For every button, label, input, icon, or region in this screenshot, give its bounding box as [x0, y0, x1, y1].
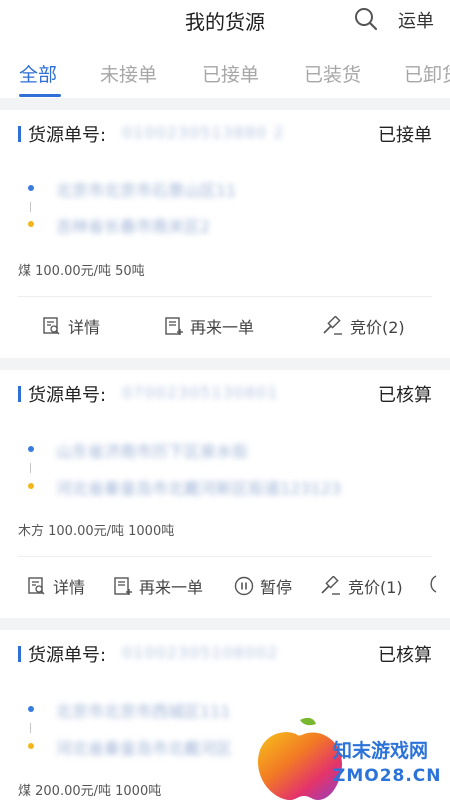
details-label: 详情 [68, 318, 101, 337]
watermark-url: ZMO28.CN [333, 766, 442, 786]
top-bar: 我的货源 运单 [0, 0, 450, 38]
tab-loaded[interactable]: 已装货 [304, 60, 361, 87]
origin-dot-icon [28, 706, 34, 712]
tab-all[interactable]: 全部 [19, 60, 57, 87]
tab-unloaded[interactable]: 已卸货 [404, 60, 450, 87]
bid-button[interactable]: 竞价(1) [320, 574, 403, 598]
accent-bar [18, 646, 21, 662]
card-header: 货源单号: 0100230513880 2 已接单 [0, 110, 450, 150]
order-number: 0100230513880 2 [122, 123, 285, 142]
details-button[interactable]: 详情 [42, 314, 100, 338]
route: 北京市北京市石景山区11 吉林省长春市南关区2 [0, 168, 450, 238]
gavel-icon [323, 316, 342, 335]
cargo-info: 煤 200.00元/吨 1000吨 [18, 784, 162, 799]
card-actions: 详情 再来一单 竞价(2) [0, 297, 450, 357]
tab-not-accepted[interactable]: 未接单 [100, 60, 157, 87]
status-badge: 已接单 [378, 125, 432, 146]
cargo-card[interactable]: 货源单号: 0100230513880 2 已接单 北京市北京市石景山区11 吉… [0, 110, 450, 358]
active-tab-indicator [19, 94, 61, 97]
more-actions-icon[interactable] [426, 574, 440, 594]
tab-accepted[interactable]: 已接单 [202, 60, 259, 87]
order-number-label: 货源单号: [28, 125, 107, 146]
destination-dot-icon [28, 483, 34, 489]
page-title: 我的货源 [185, 10, 265, 34]
reorder-label: 再来一单 [190, 318, 255, 337]
destination-dot-icon [28, 221, 34, 227]
origin-dot-icon [28, 446, 34, 452]
order-number: 01002305108002 [122, 643, 279, 662]
destination-address: 河北省秦皇岛市北戴河区 [56, 739, 233, 758]
route: 山东省济南市历下区泉水街 河北省秦皇岛市北戴河新区街道123123 [0, 426, 450, 498]
waybill-link[interactable]: 运单 [398, 7, 434, 33]
origin-address: 山东省济南市历下区泉水街 [56, 442, 249, 461]
pause-button[interactable]: 暂停 [234, 574, 292, 598]
details-button[interactable]: 详情 [27, 574, 85, 598]
status-badge: 已核算 [378, 645, 432, 666]
status-tabs: 全部 未接单 已接单 已装货 已卸货 [0, 38, 450, 98]
card-header: 货源单号: 07002305130801 已核算 [0, 370, 450, 410]
watermark-title: 知末游戏网 [333, 740, 429, 762]
route-line [30, 463, 31, 473]
pause-label: 暂停 [260, 578, 293, 597]
document-add-icon [165, 317, 183, 335]
document-search-icon [43, 317, 60, 335]
reorder-label: 再来一单 [139, 578, 204, 597]
pause-icon [234, 576, 254, 596]
route-line [30, 202, 31, 212]
status-badge: 已核算 [378, 385, 432, 406]
document-search-icon [28, 577, 45, 595]
gavel-icon [321, 576, 340, 595]
cargo-card[interactable]: 货源单号: 07002305130801 已核算 山东省济南市历下区泉水街 河北… [0, 370, 450, 618]
origin-address: 北京市北京市西城区111 [56, 702, 231, 721]
search-icon[interactable] [353, 6, 379, 32]
cargo-info: 木方 100.00元/吨 1000吨 [18, 524, 175, 539]
reorder-button[interactable]: 再来一单 [113, 574, 203, 598]
reorder-button[interactable]: 再来一单 [164, 314, 254, 338]
card-actions: 详情 再来一单 暂停 竞价(1) [0, 557, 450, 617]
origin-dot-icon [28, 185, 34, 191]
origin-address: 北京市北京市石景山区11 [56, 181, 237, 200]
order-number-label: 货源单号: [28, 385, 107, 406]
bid-label: 竞价(1) [348, 578, 403, 597]
cargo-info: 煤 100.00元/吨 50吨 [18, 264, 145, 279]
destination-dot-icon [28, 743, 34, 749]
document-add-icon [114, 577, 132, 595]
bid-button[interactable]: 竞价(2) [322, 314, 405, 338]
destination-address: 吉林省长春市南关区2 [56, 217, 211, 236]
details-label: 详情 [53, 578, 86, 597]
accent-bar [18, 126, 21, 142]
bid-label: 竞价(2) [350, 318, 405, 337]
order-number-label: 货源单号: [28, 645, 107, 666]
order-number: 07002305130801 [122, 383, 279, 402]
accent-bar [18, 386, 21, 402]
destination-address: 河北省秦皇岛市北戴河新区街道123123 [56, 479, 342, 498]
card-header: 货源单号: 01002305108002 已核算 [0, 630, 450, 670]
route-line [30, 723, 31, 733]
